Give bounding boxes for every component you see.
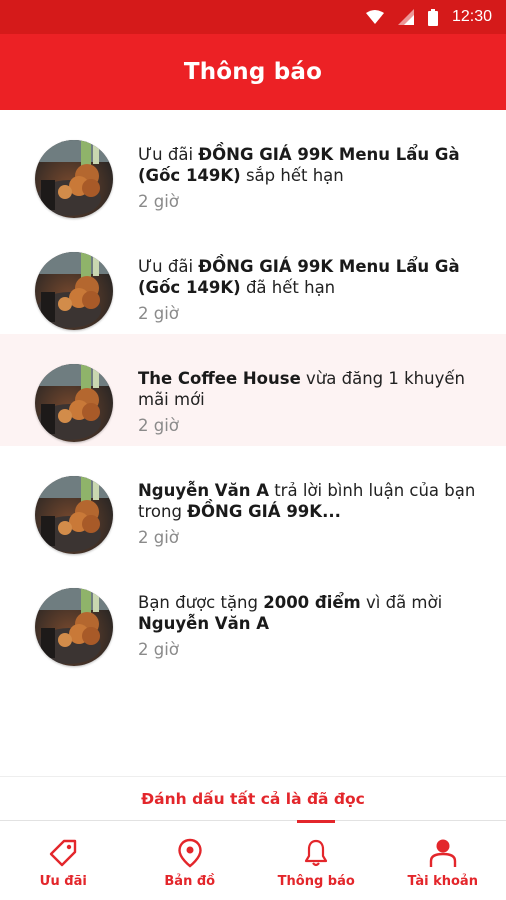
message-highlight: 2000 điểm — [263, 593, 361, 612]
nav-item-map[interactable]: Bản đồ — [127, 821, 254, 900]
bell-icon — [303, 838, 329, 868]
notification-thumbnail — [35, 364, 113, 442]
page-title: Thông báo — [183, 59, 323, 85]
nav-label: Tài khoản — [407, 874, 478, 889]
message-text: sắp hết hạn — [240, 166, 344, 185]
notification-item[interactable]: Ưu đãi ĐỒNG GIÁ 99K Menu Lẩu Gà (Gốc 149… — [0, 110, 506, 222]
message-highlight: Nguyễn Văn A — [138, 481, 269, 500]
map-pin-icon — [177, 838, 203, 868]
notification-list: Ưu đãi ĐỒNG GIÁ 99K Menu Lẩu Gà (Gốc 149… — [0, 110, 506, 670]
message-text: Ưu đãi — [138, 257, 199, 276]
battery-icon — [427, 8, 438, 26]
nav-item-deals[interactable]: Ưu đãi — [0, 821, 127, 900]
active-tab-indicator — [297, 820, 336, 823]
nav-label: Ưu đãi — [39, 874, 87, 889]
nav-label: Bản đồ — [164, 874, 216, 889]
notification-thumbnail — [35, 588, 113, 666]
notification-item[interactable]: Ưu đãi ĐỒNG GIÁ 99K Menu Lẩu Gà (Gốc 149… — [0, 222, 506, 334]
notification-time: 2 giờ — [138, 192, 179, 211]
notification-message: The Coffee House vừa đăng 1 khuyến mãi m… — [138, 368, 488, 410]
notification-time: 2 giờ — [138, 528, 179, 547]
message-text: vì đã mời — [360, 593, 443, 612]
status-time: 12:30 — [451, 8, 492, 25]
message-highlight: Nguyễn Văn A — [138, 614, 269, 633]
status-bar: 12:30 — [0, 0, 506, 34]
notification-message: Nguyễn Văn A trả lời bình luận của bạn t… — [138, 480, 488, 522]
notification-time: 2 giờ — [138, 304, 179, 323]
notification-item[interactable]: The Coffee House vừa đăng 1 khuyến mãi m… — [0, 334, 506, 446]
message-highlight: ĐỒNG GIÁ 99K... — [187, 502, 341, 521]
notification-item[interactable]: Nguyễn Văn A trả lời bình luận của bạn t… — [0, 446, 506, 558]
mark-all-read-label: Đánh dấu tất cả là đã đọc — [141, 789, 365, 808]
nav-label: Thông báo — [277, 874, 355, 889]
notification-item[interactable]: Bạn được tặng 2000 điểm vì đã mời Nguyễn… — [0, 558, 506, 670]
message-text: đã hết hạn — [240, 278, 336, 297]
signal-icon — [397, 9, 414, 25]
app-bar: Thông báo — [0, 34, 506, 110]
notification-thumbnail — [35, 476, 113, 554]
notification-message: Bạn được tặng 2000 điểm vì đã mời Nguyễn… — [138, 592, 488, 634]
nav-item-notifications[interactable]: Thông báo — [253, 820, 380, 900]
message-highlight: The Coffee House — [138, 369, 301, 388]
tag-icon — [48, 838, 78, 868]
message-text: Ưu đãi — [138, 145, 199, 164]
status-icons: 12:30 — [365, 0, 492, 34]
notification-thumbnail — [35, 140, 113, 218]
nav-item-account[interactable]: Tài khoản — [380, 821, 506, 900]
notification-message: Ưu đãi ĐỒNG GIÁ 99K Menu Lẩu Gà (Gốc 149… — [138, 256, 488, 298]
notification-thumbnail — [35, 252, 113, 330]
notification-message: Ưu đãi ĐỒNG GIÁ 99K Menu Lẩu Gà (Gốc 149… — [138, 144, 488, 186]
wifi-icon — [365, 10, 384, 24]
mark-all-read-button[interactable]: Đánh dấu tất cả là đã đọc — [0, 776, 506, 820]
notification-time: 2 giờ — [138, 416, 179, 435]
notification-time: 2 giờ — [138, 640, 179, 659]
message-text: Bạn được tặng — [138, 593, 264, 612]
bottom-nav: Ưu đãi Bản đồ Thông báo Tài khoản — [0, 820, 506, 900]
user-icon — [429, 838, 457, 868]
